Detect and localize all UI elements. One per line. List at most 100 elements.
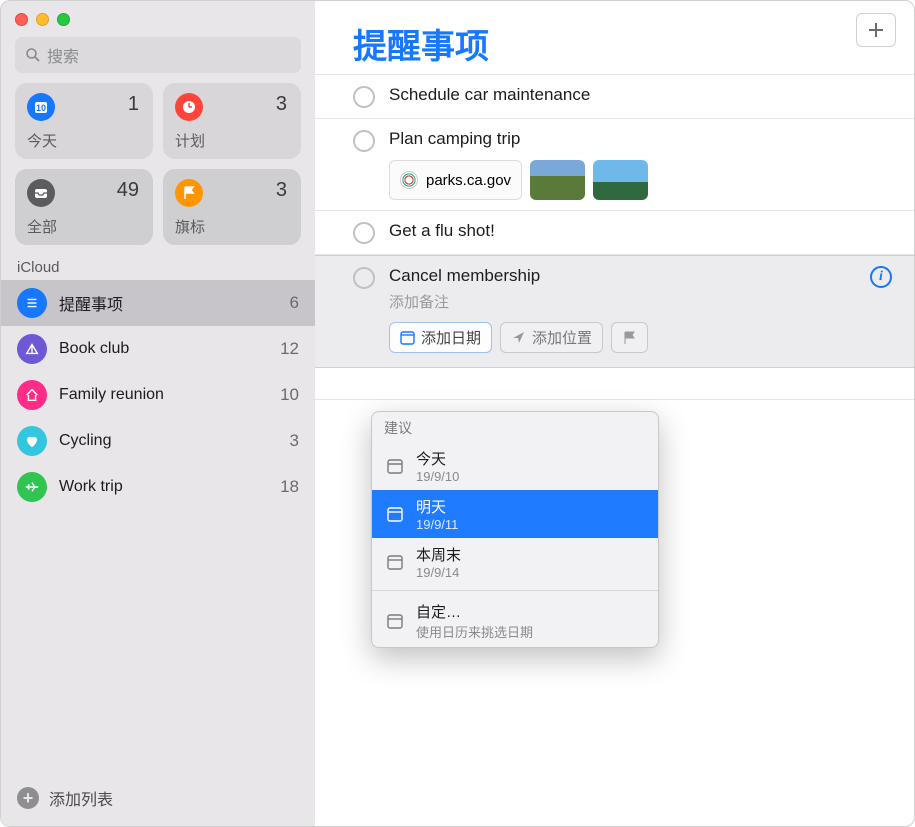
reminder-checkbox[interactable] (353, 267, 375, 289)
calendar-icon: 10 (27, 93, 55, 121)
smart-list-tiles: 10 1 今天 3 计划 49 全部 3旗标 (1, 83, 315, 257)
tile-tray[interactable]: 49 全部 (15, 169, 153, 245)
link-text: parks.ca.gov (426, 172, 511, 189)
search-input[interactable]: 搜索 (15, 37, 301, 73)
popover-separator (372, 590, 658, 591)
sidebar-list-item[interactable]: Book club12 (1, 326, 315, 372)
attachment-thumbnail[interactable] (530, 160, 585, 200)
calendar-icon (384, 551, 406, 573)
list-container: 提醒事项6Book club12Family reunion10Cycling3… (1, 280, 315, 774)
popover-item-title: 自定… (416, 601, 533, 622)
sidebar-list-item[interactable]: Cycling3 (1, 418, 315, 464)
tile-label: 全部 (27, 216, 57, 237)
tile-count: 3 (276, 93, 287, 116)
tile-count: 49 (117, 179, 139, 202)
house-icon (17, 380, 47, 410)
section-label: iCloud (1, 257, 315, 280)
add-location-button[interactable]: 添加位置 (500, 322, 603, 353)
reminder-item[interactable]: Schedule car maintenance (315, 74, 914, 119)
reminder-notes-placeholder[interactable]: 添加备注 (389, 291, 890, 312)
info-button[interactable]: i (870, 266, 892, 288)
reminder-item[interactable] (315, 368, 914, 400)
reminder-item[interactable]: Plan camping trip parks.ca.gov (315, 119, 914, 211)
reminder-checkbox[interactable] (353, 130, 375, 152)
reminder-checkbox[interactable] (353, 86, 375, 108)
tile-label: 今天 (27, 130, 57, 151)
favicon-icon (400, 171, 418, 189)
calendar-icon (384, 455, 406, 477)
close-window-button[interactable] (15, 13, 28, 26)
list-title: 提醒事项 (353, 19, 489, 68)
flag-button[interactable] (611, 322, 648, 353)
tile-count: 1 (128, 93, 139, 116)
list-count: 10 (280, 385, 299, 405)
reminder-item[interactable]: Get a flu shot! (315, 211, 914, 255)
list-name: Cycling (59, 432, 290, 450)
list-name: Work trip (59, 478, 280, 496)
maximize-window-button[interactable] (57, 13, 70, 26)
list-count: 18 (280, 477, 299, 497)
sidebar-list-item[interactable]: Family reunion10 (1, 372, 315, 418)
search-placeholder: 搜索 (47, 43, 79, 67)
add-list-label: 添加列表 (49, 786, 113, 810)
tile-label: 旗标 (175, 216, 205, 237)
calendar-icon (384, 503, 406, 525)
add-date-button[interactable]: 添加日期 (389, 322, 492, 353)
attachment-link[interactable]: parks.ca.gov (389, 160, 522, 200)
clock-icon (175, 93, 203, 121)
popover-item-sub: 19/9/14 (416, 565, 461, 580)
popover-item-title: 本周末 (416, 544, 461, 565)
reminder-title: Get a flu shot! (389, 221, 495, 241)
search-wrap: 搜索 (1, 37, 315, 83)
tile-label: 计划 (175, 130, 205, 151)
tray-icon (27, 179, 55, 207)
list-count: 3 (290, 431, 299, 451)
popover-item-sub: 19/9/10 (416, 469, 459, 484)
tent-icon (17, 334, 47, 364)
popover-item-title: 今天 (416, 448, 459, 469)
sidebar-list-item[interactable]: 提醒事项6 (1, 280, 315, 326)
tile-calendar[interactable]: 10 1 今天 (15, 83, 153, 159)
reminder-item[interactable]: Cancel membership 添加备注添加日期 添加位置 i (315, 255, 914, 368)
list-name: Family reunion (59, 386, 280, 404)
date-suggestion-popover: 建议 今天19/9/10明天19/9/11本周末19/9/14 自定… 使用日历… (371, 411, 659, 648)
popover-date-item[interactable]: 明天19/9/11 (372, 490, 658, 538)
reminder-checkbox[interactable] (353, 222, 375, 244)
popover-header: 建议 (372, 412, 658, 442)
popover-item-sub: 19/9/11 (416, 517, 458, 532)
popover-item-custom[interactable]: 自定… 使用日历来挑选日期 (372, 595, 658, 647)
svg-text:10: 10 (36, 103, 46, 113)
app-window: 搜索 101今天3计划49全部3旗标 iCloud 提醒事项6Book club… (0, 0, 915, 827)
list-name: 提醒事项 (59, 291, 290, 315)
heart-icon (17, 426, 47, 456)
add-date-label: 添加日期 (421, 327, 481, 348)
tile-flag[interactable]: 3旗标 (163, 169, 301, 245)
calendar-icon (384, 610, 406, 632)
add-location-label: 添加位置 (532, 327, 592, 348)
plus-circle-icon: + (17, 787, 39, 809)
popover-date-item[interactable]: 本周末19/9/14 (372, 538, 658, 586)
reminders-list: Schedule car maintenance Plan camping tri… (315, 74, 914, 400)
attachment-thumbnail[interactable] (593, 160, 648, 200)
plane-icon (17, 472, 47, 502)
sidebar: 搜索 101今天3计划49全部3旗标 iCloud 提醒事项6Book club… (1, 1, 315, 826)
tile-clock[interactable]: 3 计划 (163, 83, 301, 159)
minimize-window-button[interactable] (36, 13, 49, 26)
sidebar-list-item[interactable]: Work trip18 (1, 464, 315, 510)
list-count: 6 (290, 293, 299, 313)
reminder-title: Cancel membership (389, 266, 540, 286)
popover-item-title: 明天 (416, 496, 458, 517)
reminder-title: Plan camping trip (389, 129, 520, 149)
popover-item-sub: 使用日历来挑选日期 (416, 622, 533, 641)
list-count: 12 (280, 339, 299, 359)
location-icon (511, 330, 526, 345)
flag-icon (175, 179, 203, 207)
add-list-button[interactable]: + 添加列表 (1, 774, 315, 826)
reminder-title: Schedule car maintenance (389, 85, 590, 105)
plus-icon (867, 21, 885, 39)
add-reminder-button[interactable] (856, 13, 896, 47)
popover-date-item[interactable]: 今天19/9/10 (372, 442, 658, 490)
search-icon (25, 47, 41, 63)
list-icon (17, 288, 47, 318)
main-header: 提醒事项 (315, 1, 914, 74)
